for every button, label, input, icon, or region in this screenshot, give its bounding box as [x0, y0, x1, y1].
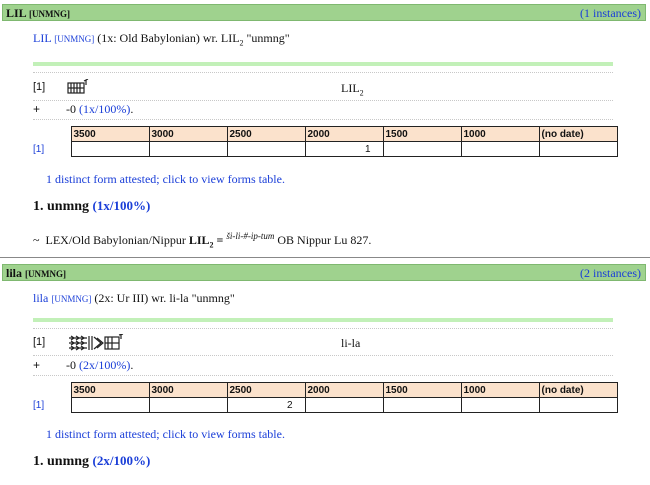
- entry-summary: LIL [UNMNG] (1x: Old Babylonian) wr. LIL…: [33, 31, 290, 48]
- entry-header: lila [UNMNG] (2 instances): [2, 264, 646, 281]
- period-header: (no date): [538, 126, 618, 142]
- headword[interactable]: LIL [UNMNG]: [6, 6, 70, 21]
- instances-link[interactable]: (2 instances): [580, 266, 641, 281]
- instances-link[interactable]: (1 instances): [580, 6, 641, 21]
- form-transliteration: LIL2: [341, 81, 364, 98]
- period-count: [460, 141, 540, 157]
- period-header: 3500: [70, 382, 150, 398]
- period-count: [148, 397, 228, 413]
- summary-word-link[interactable]: lila [UNMNG]: [33, 291, 91, 305]
- period-count: [538, 141, 618, 157]
- period-header: 1000: [460, 382, 540, 398]
- form-number: [1]: [33, 81, 46, 93]
- distinct-forms-link[interactable]: 1 distinct form attested; click to view …: [46, 172, 285, 187]
- period-count: [538, 397, 618, 413]
- sense-heading: 1. unmng (2x/100%): [33, 453, 151, 469]
- dotted-divider: [33, 328, 613, 329]
- row-label-link[interactable]: [1]: [33, 397, 71, 413]
- period-header: 2000: [304, 382, 384, 398]
- period-count: 1: [304, 141, 384, 157]
- period-header: 1500: [382, 126, 462, 142]
- cuneiform-sign-icon: [67, 78, 89, 98]
- percent-link[interactable]: (1x/100%): [79, 102, 130, 116]
- period-count: [70, 141, 150, 157]
- period-count: 2: [226, 397, 306, 413]
- period-header: 3000: [148, 126, 228, 142]
- period-header: 2000: [304, 126, 384, 142]
- row-label-link[interactable]: [1]: [33, 141, 71, 157]
- period-count: [460, 397, 540, 413]
- lexical-attestation: ~ LEX/Old Babylonian/Nippur LIL2 = ši-li…: [33, 231, 372, 250]
- dotted-divider: [33, 375, 613, 376]
- distinct-forms-link[interactable]: 1 distinct form attested; click to view …: [46, 427, 285, 442]
- period-header: (no date): [538, 382, 618, 398]
- plus-sign: +: [33, 102, 41, 116]
- dotted-divider: [33, 72, 613, 73]
- period-table: 3500 3000 2500 2000 1500 1000 (no date) …: [33, 126, 618, 157]
- entry-separator: [0, 257, 650, 258]
- form-transliteration: li-la: [341, 336, 361, 350]
- headword[interactable]: lila [UNMNG]: [6, 266, 66, 281]
- green-divider: [33, 318, 613, 322]
- form-number: [1]: [33, 336, 46, 348]
- period-count: [148, 141, 228, 157]
- period-header: 1000: [460, 126, 540, 142]
- dotted-divider: [33, 355, 613, 356]
- cuneiform-sign-icon: [67, 333, 139, 355]
- period-header: 2500: [226, 382, 306, 398]
- period-header: 2500: [226, 126, 306, 142]
- sense-percent-link[interactable]: (1x/100%): [93, 198, 151, 213]
- green-divider: [33, 62, 613, 66]
- entry-header: LIL [UNMNG] (1 instances): [2, 4, 646, 21]
- period-count: [226, 141, 306, 157]
- period-count: [382, 141, 462, 157]
- period-header: 1500: [382, 382, 462, 398]
- period-count: [382, 397, 462, 413]
- period-header: 3500: [70, 126, 150, 142]
- dotted-divider: [33, 119, 613, 120]
- plus-sign: +: [33, 358, 41, 372]
- dotted-divider: [33, 100, 613, 101]
- period-table: 3500 3000 2500 2000 1500 1000 (no date) …: [33, 382, 618, 413]
- sense-percent-link[interactable]: (2x/100%): [93, 453, 151, 468]
- percent-link[interactable]: (2x/100%): [79, 358, 130, 372]
- summary-word-link[interactable]: LIL [UNMNG]: [33, 31, 94, 45]
- period-count: [304, 397, 384, 413]
- period-count: [70, 397, 150, 413]
- period-header: 3000: [148, 382, 228, 398]
- entry-summary: lila [UNMNG] (2x: Ur III) wr. li-la "unm…: [33, 291, 235, 305]
- sense-heading: 1. unmng (1x/100%): [33, 198, 151, 214]
